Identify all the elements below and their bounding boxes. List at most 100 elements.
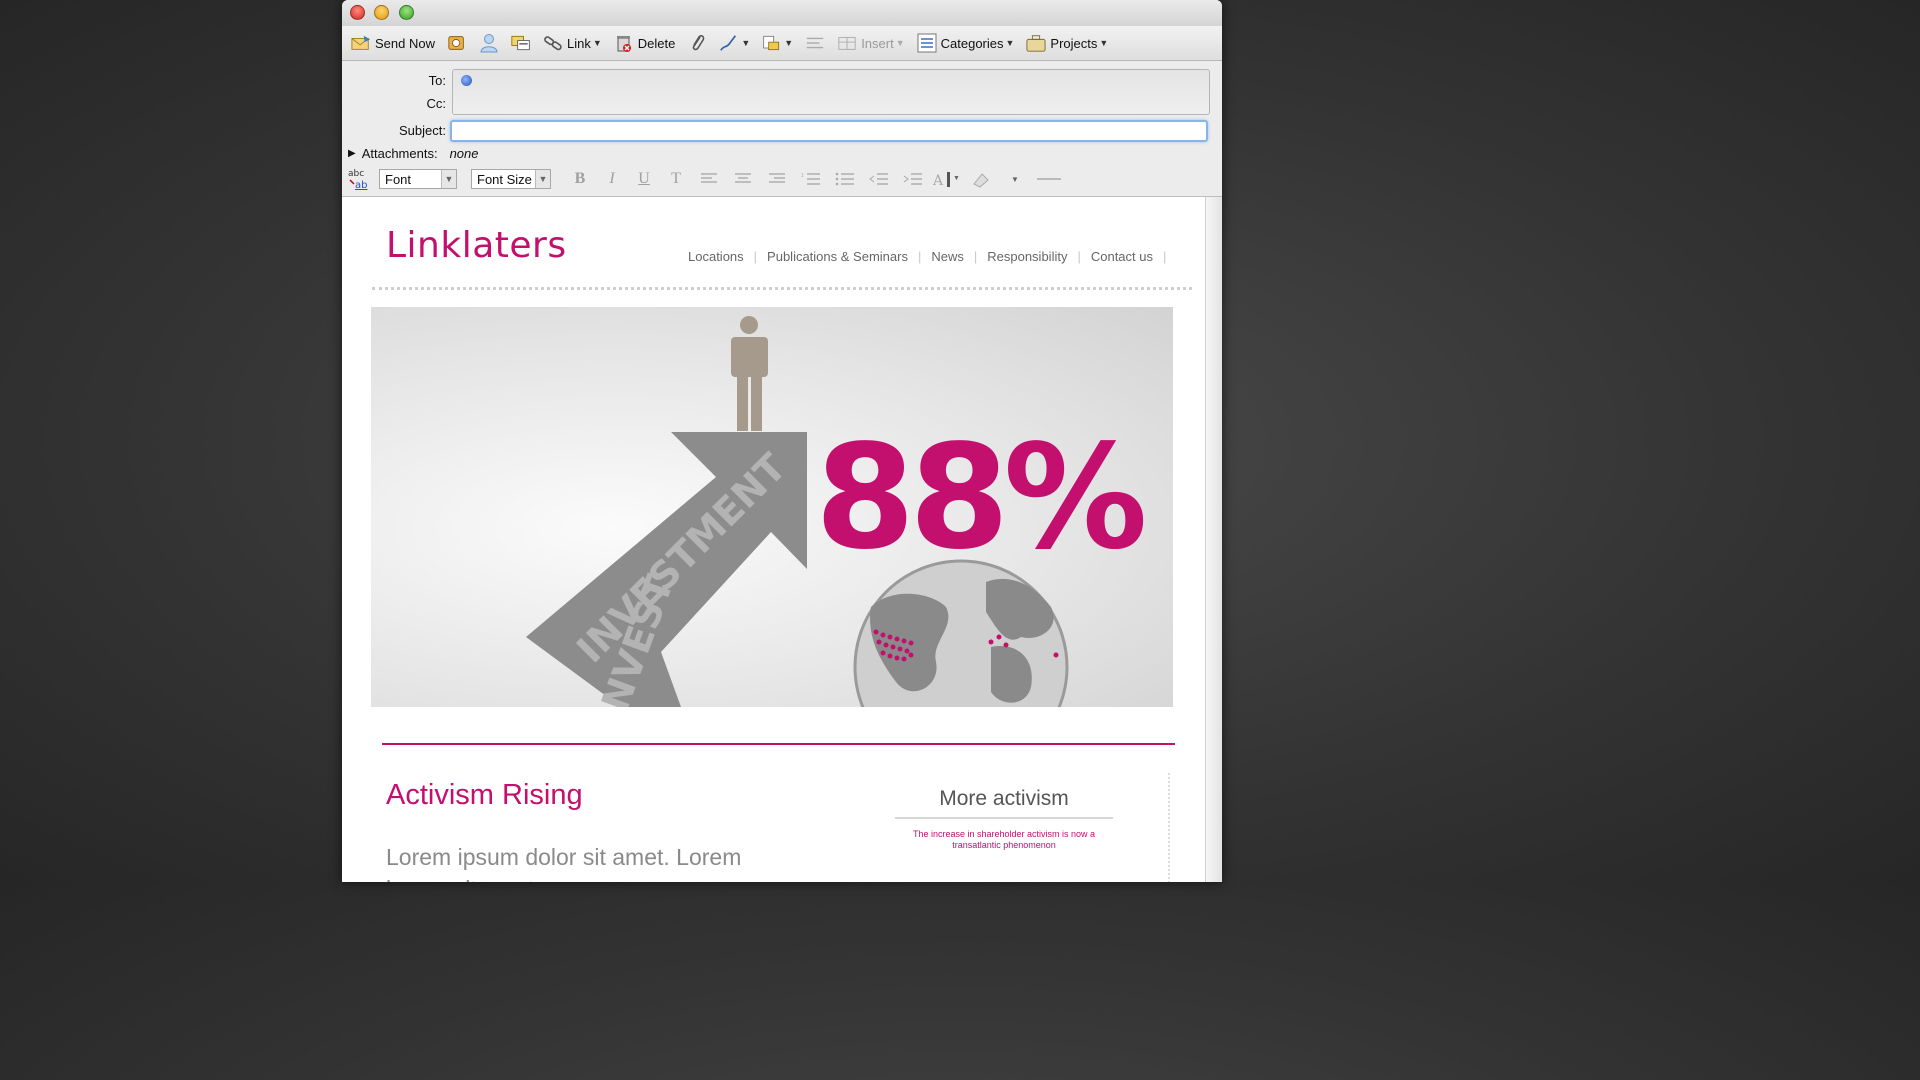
- nav-responsibility[interactable]: Responsibility: [987, 249, 1067, 264]
- hero-banner[interactable]: INVESTMENT INVEST 88%: [371, 307, 1173, 707]
- insert-button[interactable]: Insert ▼: [832, 29, 909, 57]
- subject-input[interactable]: [450, 120, 1208, 142]
- contact-button[interactable]: [474, 29, 504, 57]
- align-right-icon[interactable]: [763, 169, 791, 189]
- vertical-scrollbar[interactable]: [1205, 197, 1222, 882]
- font-size-dropdown-icon: ▼: [535, 170, 550, 188]
- more-activism-box[interactable]: More activism The increase in shareholde…: [895, 787, 1113, 851]
- options-button[interactable]: ▼: [757, 29, 798, 57]
- address-picker-icon[interactable]: [461, 75, 472, 86]
- link-label: Link: [566, 35, 591, 51]
- sidebar-dotted-divider: [1168, 773, 1170, 882]
- delete-button[interactable]: Delete: [609, 29, 681, 57]
- decrease-indent-icon[interactable]: [865, 169, 893, 189]
- article-body: Lorem ipsum dolor sit amet. Lorem ipsum …: [386, 844, 742, 882]
- hero-percentage: 88%: [815, 413, 1148, 581]
- close-window-button[interactable]: [350, 5, 365, 20]
- insert-dropdown-arrow-icon[interactable]: ▼: [896, 38, 905, 48]
- align-center-icon[interactable]: [729, 169, 757, 189]
- more-activism-subtitle: The increase in shareholder activism is …: [912, 829, 1096, 850]
- more-format-dropdown-icon[interactable]: ▼: [1001, 169, 1029, 189]
- more-activism-title: More activism: [895, 787, 1113, 819]
- delete-label: Delete: [637, 35, 676, 51]
- briefcase-icon: [1026, 33, 1046, 53]
- send-envelope-icon: [351, 33, 371, 53]
- categories-list-icon: [917, 33, 937, 53]
- signature-button[interactable]: ▼: [714, 29, 755, 57]
- signature-dropdown-arrow-icon[interactable]: ▼: [741, 38, 750, 48]
- projects-label: Projects: [1050, 35, 1098, 51]
- nav-separator: |: [753, 249, 758, 264]
- cc-label: Cc:: [426, 96, 447, 111]
- recipients-field[interactable]: [452, 69, 1210, 115]
- link-button[interactable]: Link ▼: [538, 29, 607, 57]
- insert-table-icon: [837, 33, 857, 53]
- numbered-list-icon[interactable]: 1: [797, 169, 825, 189]
- attachments-row[interactable]: ▶ Attachments: none: [348, 146, 479, 161]
- title-bar[interactable]: [342, 0, 1222, 26]
- link-chain-icon: [543, 33, 563, 53]
- options-dropdown-arrow-icon[interactable]: ▼: [784, 38, 793, 48]
- svg-text:ab: ab: [355, 180, 367, 191]
- check-names-button[interactable]: [506, 29, 536, 57]
- person-figure: [731, 316, 768, 431]
- projects-dropdown-arrow-icon[interactable]: ▼: [1099, 38, 1108, 48]
- nav-contact[interactable]: Contact us: [1091, 249, 1153, 264]
- list-format-icon: [805, 33, 825, 53]
- font-select-value: Font: [385, 171, 412, 187]
- person-icon: [479, 33, 499, 53]
- globe: [853, 559, 1069, 707]
- strikethrough-button[interactable]: T: [663, 170, 689, 188]
- trash-icon: [614, 33, 634, 53]
- subject-label: Subject:: [399, 123, 446, 138]
- spellcheck-icon[interactable]: abc ab: [347, 167, 373, 191]
- attachments-value: none: [449, 146, 479, 161]
- svg-text:1: 1: [801, 173, 804, 179]
- highlight-icon[interactable]: [967, 169, 995, 189]
- compose-window: Send Now Link ▼ Delete ▼ ▼ Insert ▼ Cate…: [342, 0, 1222, 882]
- minimize-window-button[interactable]: [374, 5, 389, 20]
- zoom-window-button[interactable]: [399, 5, 414, 20]
- attach-button[interactable]: [682, 29, 712, 57]
- nav-news[interactable]: News: [931, 249, 964, 264]
- bulleted-list-icon[interactable]: [831, 169, 859, 189]
- nav-separator: |: [917, 249, 922, 264]
- italic-button[interactable]: I: [599, 170, 625, 188]
- message-body[interactable]: Linklaters Locations | Publications & Se…: [342, 196, 1222, 882]
- dotted-divider: [372, 287, 1192, 290]
- font-size-select-value: Font Size: [477, 171, 532, 187]
- font-select[interactable]: Font ▼: [379, 169, 457, 189]
- nav-separator: |: [973, 249, 978, 264]
- send-now-button[interactable]: Send Now: [346, 29, 440, 57]
- align-left-icon[interactable]: [695, 169, 723, 189]
- underline-button[interactable]: U: [631, 170, 657, 188]
- article-title[interactable]: Activism Rising: [386, 779, 583, 812]
- insert-label: Insert: [861, 35, 894, 51]
- nav-separator: |: [1163, 249, 1167, 264]
- svg-text:▼: ▼: [953, 175, 960, 182]
- font-size-select[interactable]: Font Size ▼: [471, 169, 551, 189]
- font-dropdown-icon: ▼: [441, 170, 456, 188]
- categories-dropdown-arrow-icon[interactable]: ▼: [1006, 38, 1015, 48]
- link-dropdown-arrow-icon[interactable]: ▼: [593, 38, 602, 48]
- format-list-button[interactable]: [800, 29, 830, 57]
- projects-button[interactable]: Projects ▼: [1021, 29, 1113, 57]
- address-book-button[interactable]: [442, 29, 472, 57]
- svg-text:A: A: [933, 173, 944, 188]
- formatting-bar: abc ab Font ▼ Font Size ▼ B I U T 1 A ▼ ▼: [342, 164, 1222, 194]
- text-color-icon[interactable]: A ▼: [933, 169, 961, 189]
- linklaters-logo[interactable]: Linklaters: [386, 225, 567, 266]
- nav-separator: |: [1077, 249, 1081, 264]
- pink-divider: [382, 743, 1175, 745]
- nav-locations[interactable]: Locations: [688, 249, 744, 264]
- attachments-label: Attachments:: [361, 146, 438, 161]
- categories-button[interactable]: Categories ▼: [912, 29, 1020, 57]
- svg-text:abc: abc: [348, 169, 364, 179]
- pen-icon: [719, 33, 739, 53]
- email-nav: Locations | Publications & Seminars | Ne…: [688, 249, 1166, 264]
- disclosure-triangle-icon[interactable]: ▶: [348, 148, 356, 159]
- increase-indent-icon[interactable]: [899, 169, 927, 189]
- bold-button[interactable]: B: [567, 170, 593, 188]
- horizontal-line-icon[interactable]: [1035, 169, 1063, 189]
- nav-publications[interactable]: Publications & Seminars: [767, 249, 908, 264]
